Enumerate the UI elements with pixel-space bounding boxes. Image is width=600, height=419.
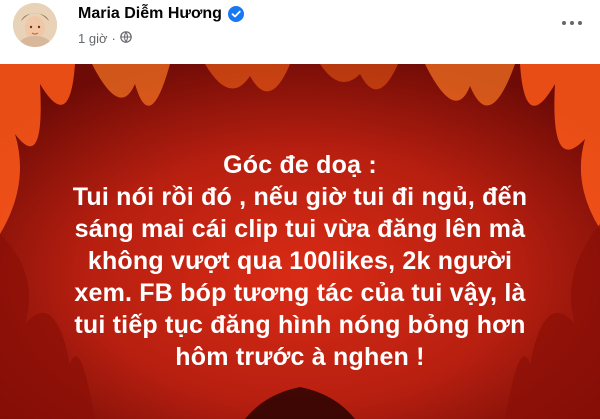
post-time[interactable]: 1 giờ <box>78 31 108 46</box>
text-line-1: Góc đe doạ : <box>223 151 377 179</box>
text-line-5: xem. FB bóp tương tác của tui vậy, là <box>74 279 526 307</box>
post-meta: 1 giờ · <box>78 31 132 46</box>
post-header: Maria Diễm Hương 1 giờ · <box>0 0 600 64</box>
text-line-7: hôm trước à nghen ! <box>175 343 425 371</box>
text-line-3: sáng mai cái clip tui vừa đăng lên mà <box>74 215 526 243</box>
text-line-4: không vượt qua 100likes, 2k người <box>87 247 513 275</box>
globe-icon[interactable] <box>120 31 132 46</box>
text-line-6: tui tiếp tục đăng hình nóng bỏng hơn <box>74 311 526 339</box>
text-line-2: Tui nói rồi đó , nếu giờ tui đi ngủ, đến <box>72 183 528 211</box>
avatar-image <box>13 3 57 47</box>
post-text: Góc đe doạ : Tui nói rồi đó , nếu giờ tu… <box>0 149 600 373</box>
separator-dot: · <box>111 31 116 46</box>
more-options-button[interactable] <box>556 7 588 39</box>
avatar[interactable] <box>13 3 57 47</box>
verified-badge-icon <box>227 6 244 22</box>
author-name-wrapper[interactable]: Maria Diễm Hương <box>78 5 244 23</box>
post-image[interactable]: Góc đe doạ : Tui nói rồi đó , nếu giờ tu… <box>0 64 600 419</box>
more-horizontal-icon <box>562 21 566 25</box>
author-name[interactable]: Maria Diễm Hương <box>78 5 222 23</box>
